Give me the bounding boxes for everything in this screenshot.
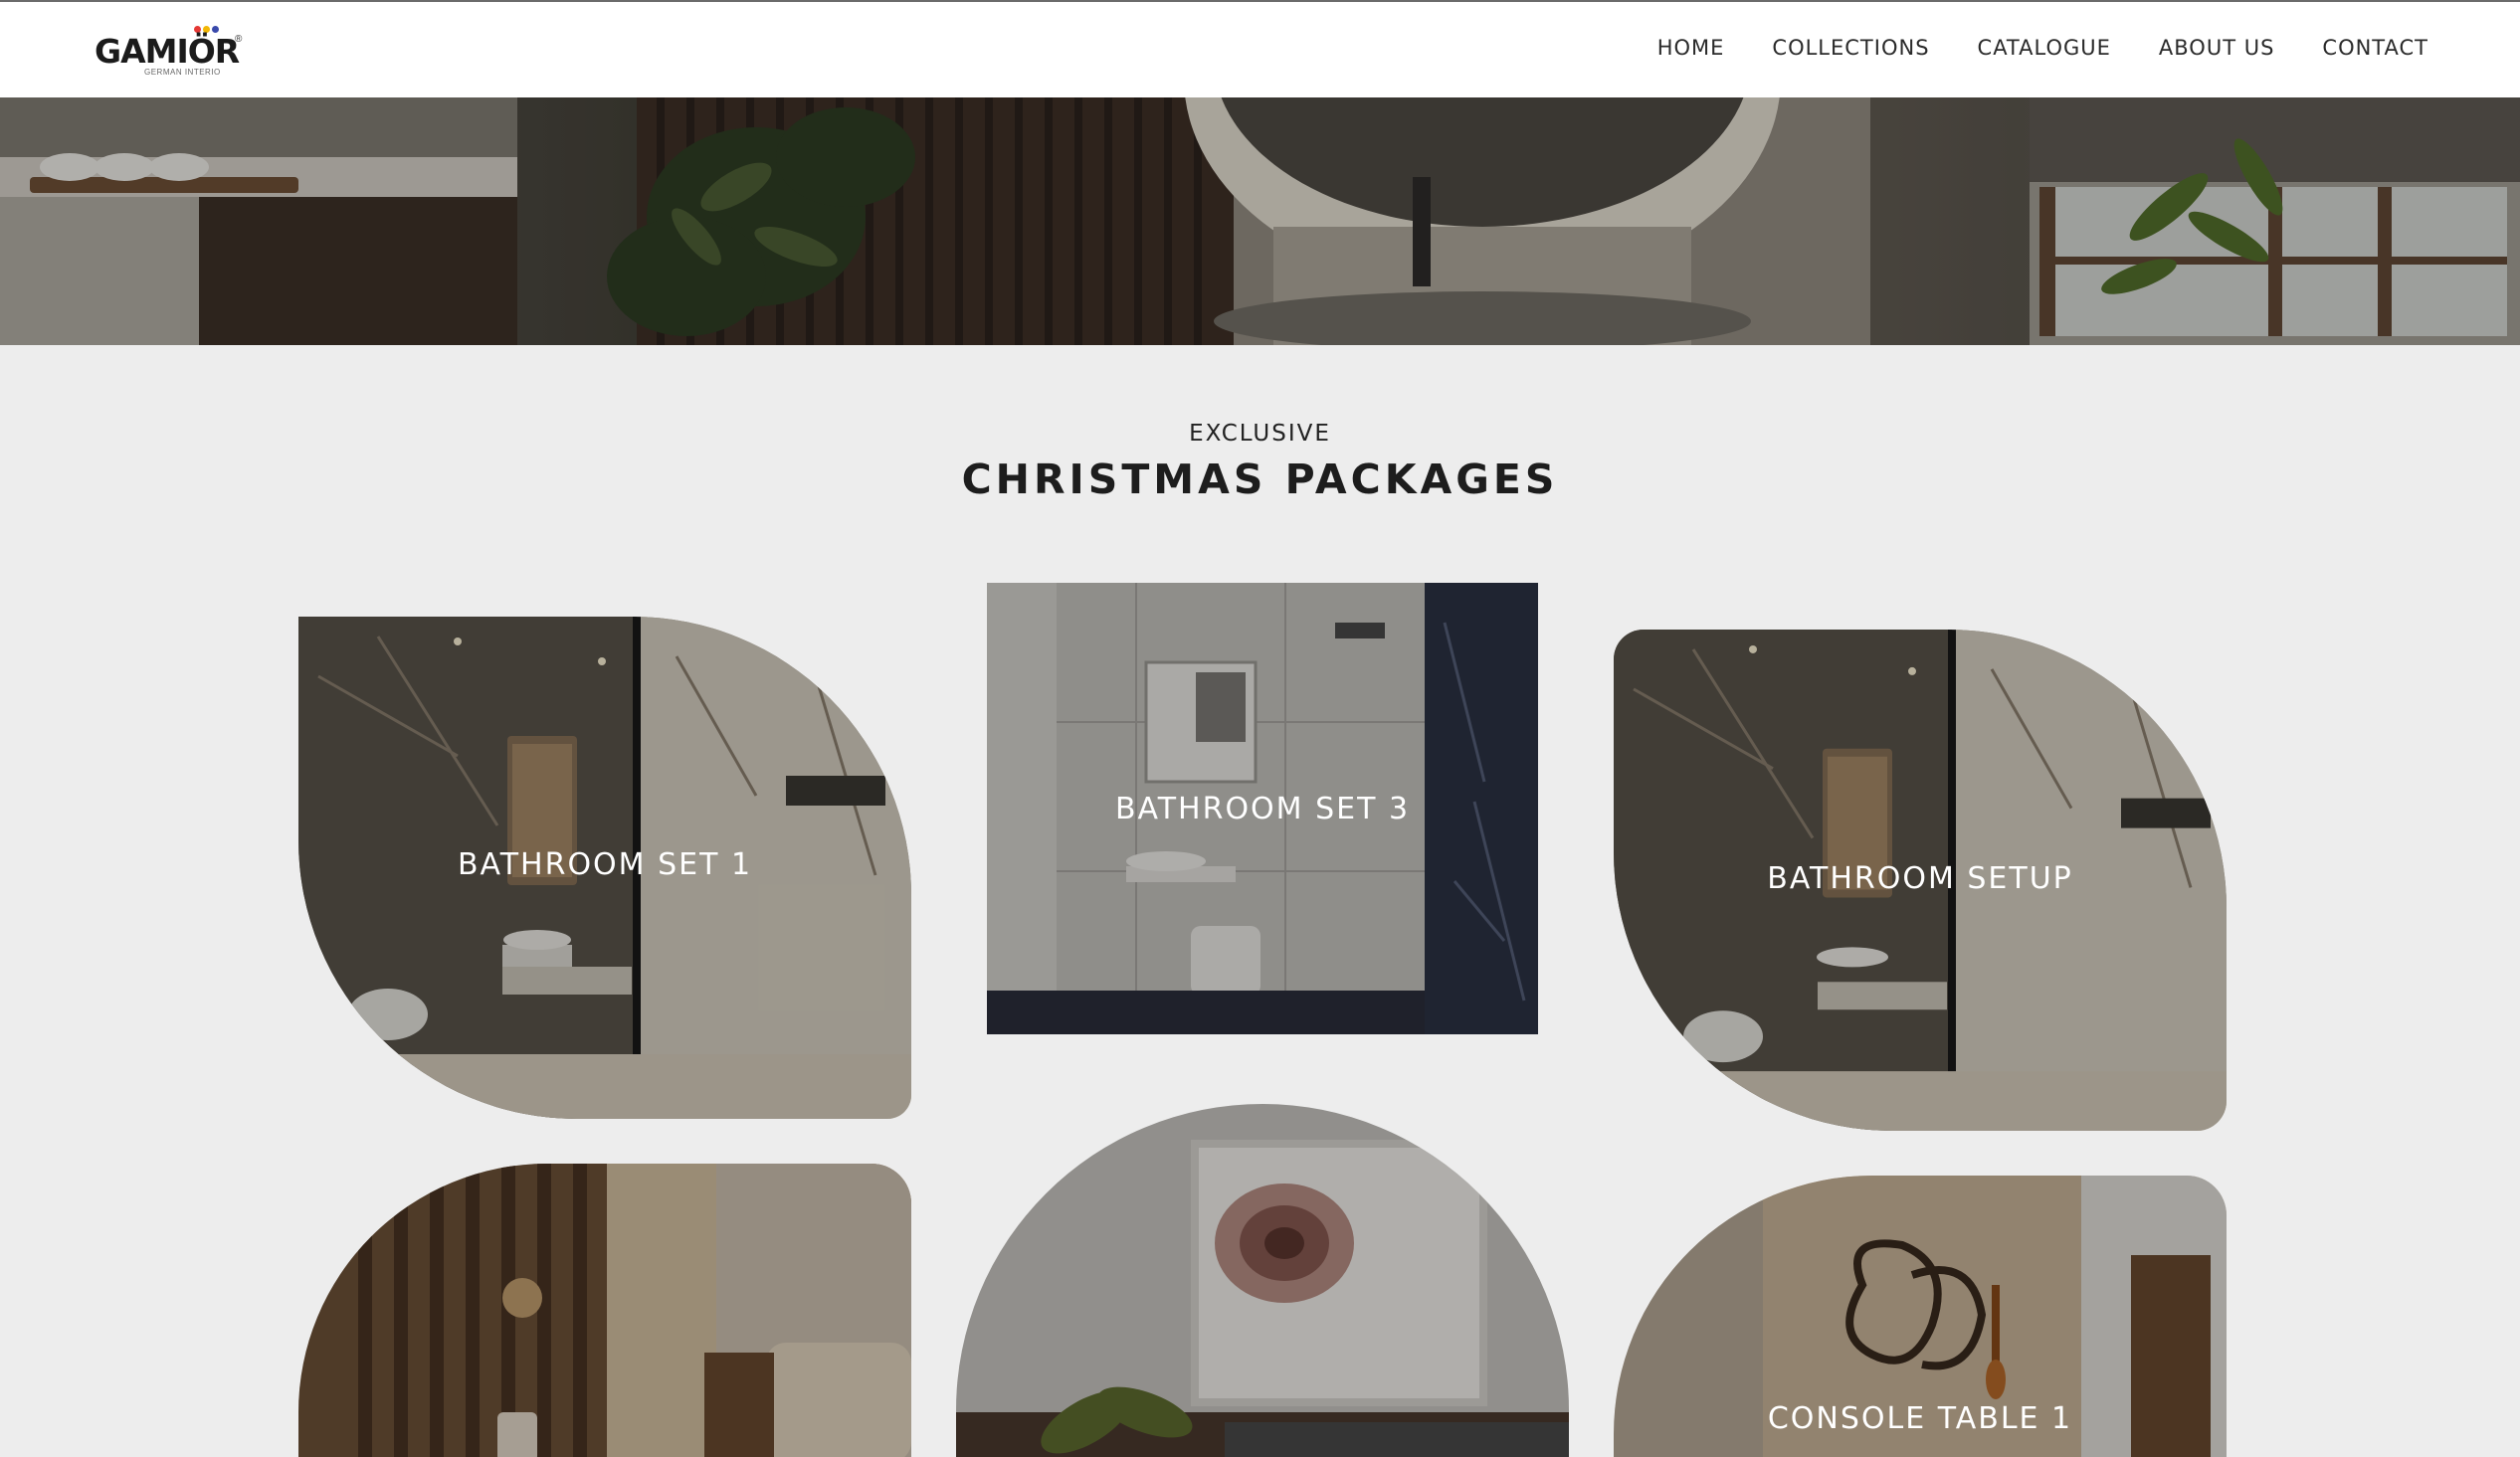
package-card-bathroom-set-3[interactable]: BATHROOM SET 3 [987, 583, 1538, 1034]
gamior-logo[interactable]: GAMIÖR ® GERMAN INTERIO [95, 24, 254, 80]
section-title: CHRISTMAS PACKAGES [961, 455, 1559, 503]
nav-about-us[interactable]: ABOUT US [2159, 36, 2275, 60]
package-card-bathroom-set-1[interactable]: BATHROOM SET 1 [298, 617, 911, 1119]
main-nav: HOME COLLECTIONS CATALOGUE ABOUT US CONT… [1657, 36, 2428, 60]
hero-slider[interactable] [0, 97, 2520, 345]
section-eyebrow: EXCLUSIVE [1189, 421, 1331, 447]
package-card-bedroom[interactable] [298, 1164, 911, 1457]
nav-collections[interactable]: COLLECTIONS [1772, 36, 1929, 60]
package-card-console-table-1[interactable]: CONSOLE TABLE 1 [1614, 1176, 2227, 1457]
card-title: BATHROOM SETUP [1767, 861, 2073, 896]
card-title: BATHROOM SET 1 [457, 847, 753, 882]
nav-catalogue[interactable]: CATALOGUE [1978, 36, 2111, 60]
nav-home[interactable]: HOME [1657, 36, 1725, 60]
package-card-bedroom-art[interactable] [956, 1104, 1569, 1457]
logo-wordmark: GAMIÖR [95, 32, 240, 71]
card-title: BATHROOM SET 3 [1114, 792, 1411, 826]
package-card-bathroom-setup[interactable]: BATHROOM SETUP [1614, 630, 2227, 1131]
site-header: GAMIÖR ® GERMAN INTERIO HOME COLLECTIONS… [0, 2, 2520, 97]
logo-tagline: GERMAN INTERIO [144, 68, 221, 77]
card-title: CONSOLE TABLE 1 [1767, 1401, 2073, 1436]
logo-registered-mark: ® [235, 34, 243, 45]
nav-contact[interactable]: CONTACT [2322, 36, 2428, 60]
hero-image [0, 97, 2520, 345]
